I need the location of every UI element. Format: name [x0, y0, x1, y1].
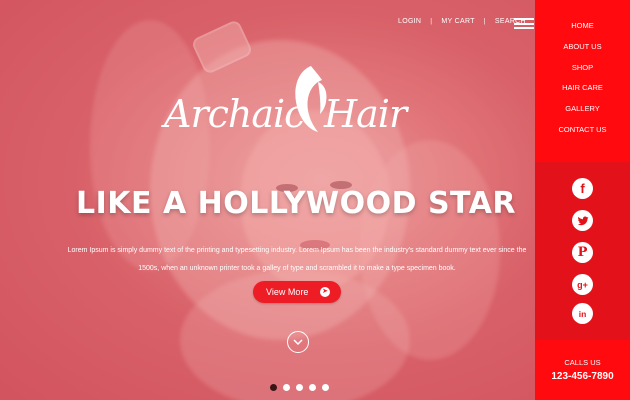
slider-dot[interactable] [322, 384, 329, 391]
slider-dot[interactable] [270, 384, 277, 391]
sidebar: HOME ABOUT US SHOP HAIR CARE GALLERY CON… [535, 0, 630, 400]
scroll-down-button[interactable] [287, 331, 309, 353]
linkedin-icon[interactable]: in [572, 303, 593, 324]
logo-word-archaic: Archaic [164, 92, 305, 136]
nav-item-hair-care[interactable]: HAIR CARE [535, 80, 630, 101]
logo[interactable]: Archaic Hair [160, 62, 430, 142]
social-links: f P g+ in [535, 162, 630, 340]
slider-dots [270, 384, 329, 391]
view-more-button[interactable]: View More ➤ [253, 281, 341, 303]
page: LOGIN | MY CART | SEARCH Archaic Hair LI… [0, 0, 630, 400]
hero-section: LOGIN | MY CART | SEARCH Archaic Hair LI… [0, 0, 535, 400]
hero-headline: LIKE A HOLLYWOOD STAR [75, 186, 517, 221]
google-plus-icon[interactable]: g+ [572, 274, 593, 295]
call-us-label: CALLS US [564, 358, 601, 367]
slider-dot[interactable] [309, 384, 316, 391]
phone-number[interactable]: 123-456-7890 [535, 371, 630, 382]
view-more-label: View More [266, 287, 309, 297]
logo-word-hair: Hair [324, 92, 407, 136]
main-nav: HOME ABOUT US SHOP HAIR CARE GALLERY CON… [535, 0, 630, 162]
slider-dot[interactable] [296, 384, 303, 391]
nav-item-about-us[interactable]: ABOUT US [535, 39, 630, 60]
top-links: LOGIN | MY CART | SEARCH [398, 18, 526, 25]
call-us-block: CALLS US 123-456-7890 [535, 340, 630, 400]
nav-item-gallery[interactable]: GALLERY [535, 101, 630, 122]
nav-item-home[interactable]: HOME [535, 18, 630, 39]
hero-description: Lorem Ipsum is simply dummy text of the … [67, 247, 527, 272]
separator: | [483, 18, 486, 25]
twitter-icon[interactable] [572, 210, 593, 231]
login-link[interactable]: LOGIN [398, 18, 421, 25]
my-cart-link[interactable]: MY CART [441, 18, 474, 25]
separator: | [430, 18, 433, 25]
nav-item-contact-us[interactable]: CONTACT US [535, 122, 630, 143]
hamburger-menu-icon[interactable] [514, 18, 534, 29]
nav-item-shop[interactable]: SHOP [535, 60, 630, 81]
pinterest-icon[interactable]: P [572, 242, 593, 263]
arrow-right-icon: ➤ [320, 287, 330, 297]
slider-dot[interactable] [283, 384, 290, 391]
chevron-down-icon [293, 339, 303, 346]
facebook-icon[interactable]: f [572, 178, 593, 199]
